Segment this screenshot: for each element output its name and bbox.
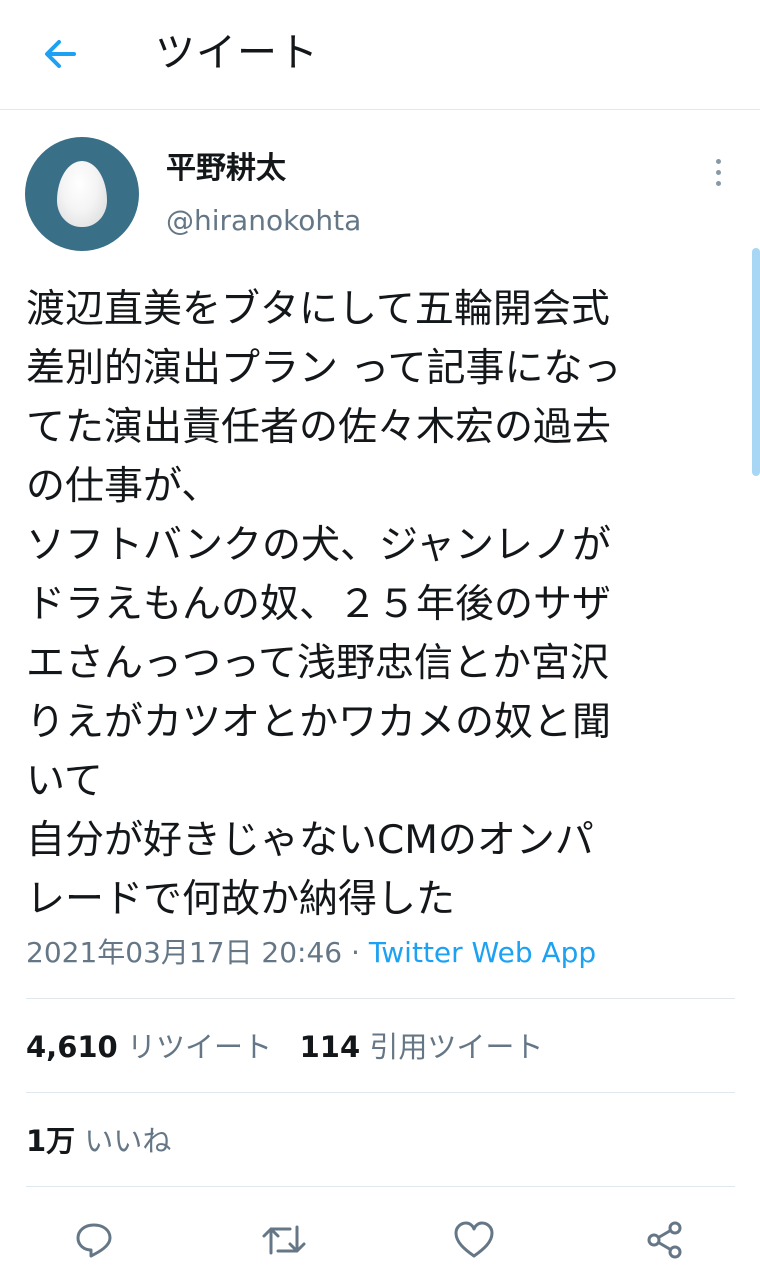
tweet-source-link[interactable]: Twitter Web App <box>369 936 596 969</box>
heart-icon <box>454 1221 494 1258</box>
reply-icon <box>76 1223 112 1258</box>
reply-button[interactable] <box>70 1216 118 1264</box>
default-egg-avatar-icon <box>57 161 107 227</box>
more-dot-icon <box>715 169 721 175</box>
tweet-meta: 2021年03月17日 20:46 · Twitter Web App <box>26 935 596 971</box>
share-icon <box>647 1221 682 1259</box>
tweet-timestamp[interactable]: 2021年03月17日 20:46 <box>26 936 342 969</box>
retweets-stat[interactable]: 4,610 リツイート <box>26 1030 272 1064</box>
likes-stat[interactable]: 1万 いいね <box>26 1122 171 1160</box>
retweets-count: 4,610 <box>26 1030 118 1064</box>
author-display-name[interactable]: 平野耕太 <box>166 150 286 188</box>
retweets-label: リツイート <box>126 1030 272 1064</box>
top-bar: ツイート <box>0 0 760 110</box>
divider <box>26 1092 735 1093</box>
quotes-stat[interactable]: 114 引用ツイート <box>300 1030 544 1064</box>
engagement-stats: 4,610 リツイート 114 引用ツイート <box>26 1028 543 1066</box>
like-button[interactable] <box>450 1216 498 1264</box>
scrollbar[interactable] <box>752 248 760 476</box>
quotes-count: 114 <box>299 1030 361 1064</box>
author-username[interactable]: @hiranokohta <box>166 203 361 239</box>
meta-separator: · <box>342 936 369 969</box>
tweet-text: 渡辺直美をブタにして五輪開会式 差別的演出プラン って記事になっ てた演出責任者… <box>26 287 622 922</box>
share-button[interactable] <box>641 1216 689 1264</box>
divider <box>26 1186 735 1187</box>
likes-count: 1万 <box>26 1124 76 1158</box>
divider <box>26 998 735 999</box>
more-options-button[interactable] <box>702 152 734 192</box>
tweet-action-bar <box>0 1210 760 1270</box>
retweet-button[interactable] <box>260 1216 308 1264</box>
back-button[interactable] <box>36 30 84 78</box>
quotes-label: 引用ツイート <box>369 1030 544 1064</box>
avatar[interactable] <box>25 137 139 251</box>
retweet-icon <box>262 1225 306 1255</box>
more-dot-icon <box>715 158 721 164</box>
page-title: ツイート <box>155 30 319 76</box>
more-dot-icon <box>715 180 721 186</box>
arrow-left-icon <box>45 40 76 68</box>
likes-label: いいね <box>84 1124 172 1158</box>
